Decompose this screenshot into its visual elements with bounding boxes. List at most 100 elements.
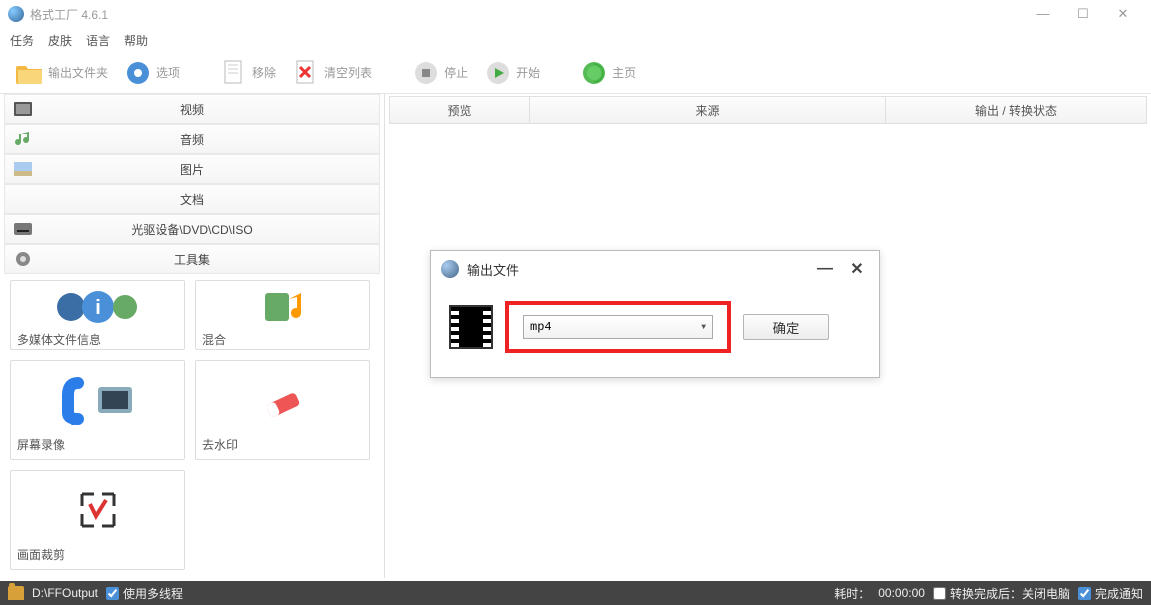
app-icon <box>8 6 24 22</box>
category-video[interactable]: 视频 <box>4 94 380 124</box>
notify-toggle[interactable]: 完成通知 <box>1078 585 1143 602</box>
start-icon <box>484 59 512 87</box>
sidebar: 视频 音频 图片 文档 光驱设备\DVD\CD\ISO 工具集 <box>0 94 385 578</box>
col-output-status[interactable]: 输出 / 转换状态 <box>886 97 1146 123</box>
notify-checkbox[interactable] <box>1078 587 1091 600</box>
tool-screen-record[interactable]: 屏幕录像 <box>10 360 185 460</box>
disc-icon <box>11 219 35 239</box>
dialog-minimize-button[interactable]: — <box>813 257 837 281</box>
output-file-dialog: 输出文件 — ✕ mp4 ▼ 确定 <box>430 250 880 378</box>
highlight-box: mp4 ▼ <box>505 301 731 353</box>
screen-record-icon <box>17 367 178 432</box>
tool-label: 画面裁剪 <box>17 542 178 563</box>
film-icon <box>449 305 493 349</box>
tool-label: 混合 <box>202 327 363 348</box>
tool-remove-watermark[interactable]: 去水印 <box>195 360 370 460</box>
document-icon <box>11 189 35 209</box>
status-right: 耗时： 00:00:00 转换完成后：关闭电脑 完成通知 <box>834 585 1143 602</box>
maximize-button[interactable]: ☐ <box>1063 2 1103 26</box>
video-icon <box>11 99 35 119</box>
menu-task[interactable]: 任务 <box>10 32 34 49</box>
window-title: 格式工厂 4.6.1 <box>30 6 1023 23</box>
tool-label: 多媒体文件信息 <box>17 327 178 348</box>
stop-button[interactable]: 停止 <box>406 57 474 89</box>
format-value: mp4 <box>530 320 701 334</box>
tool-label: 去水印 <box>202 432 363 453</box>
chevron-down-icon: ▼ <box>701 323 706 332</box>
category-document[interactable]: 文档 <box>4 184 380 214</box>
col-source[interactable]: 来源 <box>530 97 886 123</box>
output-folder-label: 输出文件夹 <box>48 64 108 81</box>
dialog-app-icon <box>441 260 459 278</box>
category-label: 工具集 <box>35 251 379 268</box>
multithread-label: 使用多线程 <box>123 585 183 602</box>
menu-language[interactable]: 语言 <box>86 32 110 49</box>
title-bar: 格式工厂 4.6.1 — ☐ ✕ <box>0 0 1151 28</box>
category-image[interactable]: 图片 <box>4 154 380 184</box>
clear-icon <box>292 59 320 87</box>
minimize-button[interactable]: — <box>1023 2 1063 26</box>
shutdown-label: 转换完成后：关闭电脑 <box>950 585 1070 602</box>
menu-bar: 任务 皮肤 语言 帮助 <box>0 28 1151 52</box>
options-label: 选项 <box>156 64 180 81</box>
options-button[interactable]: 选项 <box>118 57 186 89</box>
tool-grid: i 多媒体文件信息 混合 屏幕录像 去水印 <box>0 274 384 578</box>
category-list: 视频 音频 图片 文档 光驱设备\DVD\CD\ISO 工具集 <box>0 94 384 274</box>
svg-text:i: i <box>95 297 101 319</box>
options-icon <box>124 59 152 87</box>
output-path[interactable]: D:\FFOutput <box>32 586 98 600</box>
status-bar: D:\FFOutput 使用多线程 耗时： 00:00:00 转换完成后：关闭电… <box>0 581 1151 605</box>
format-dropdown[interactable]: mp4 ▼ <box>523 315 713 339</box>
media-info-icon: i <box>17 287 178 327</box>
multithread-toggle[interactable]: 使用多线程 <box>106 585 183 602</box>
ok-button[interactable]: 确定 <box>743 314 829 340</box>
category-disc[interactable]: 光驱设备\DVD\CD\ISO <box>4 214 380 244</box>
tool-media-info[interactable]: i 多媒体文件信息 <box>10 280 185 350</box>
tool-crop[interactable]: 画面裁剪 <box>10 470 185 570</box>
remove-label: 移除 <box>252 64 276 81</box>
folder-icon[interactable] <box>8 586 24 600</box>
toolbar: 输出文件夹 选项 移除 清空列表 停止 开始 主页 <box>0 52 1151 94</box>
remove-icon <box>220 59 248 87</box>
category-label: 图片 <box>35 161 379 178</box>
notify-label: 完成通知 <box>1095 585 1143 602</box>
home-button[interactable]: 主页 <box>574 57 642 89</box>
elapsed-label: 耗时： <box>834 585 870 602</box>
start-label: 开始 <box>516 64 540 81</box>
close-button[interactable]: ✕ <box>1103 2 1143 26</box>
category-label: 音频 <box>35 131 379 148</box>
dialog-titlebar[interactable]: 输出文件 — ✕ <box>431 251 879 287</box>
dialog-close-button[interactable]: ✕ <box>845 257 869 281</box>
stop-icon <box>412 59 440 87</box>
shutdown-toggle[interactable]: 转换完成后：关闭电脑 <box>933 585 1070 602</box>
tools-icon <box>11 249 35 269</box>
eraser-icon <box>202 367 363 432</box>
folder-icon <box>16 59 44 87</box>
menu-help[interactable]: 帮助 <box>124 32 148 49</box>
crop-icon <box>17 477 178 542</box>
list-header: 预览 来源 输出 / 转换状态 <box>389 96 1147 124</box>
tool-mix[interactable]: 混合 <box>195 280 370 350</box>
home-icon <box>580 59 608 87</box>
col-preview[interactable]: 预览 <box>390 97 530 123</box>
audio-icon <box>11 129 35 149</box>
home-label: 主页 <box>612 64 636 81</box>
image-icon <box>11 159 35 179</box>
category-label: 视频 <box>35 101 379 118</box>
stop-label: 停止 <box>444 64 468 81</box>
multithread-checkbox[interactable] <box>106 587 119 600</box>
category-label: 文档 <box>35 191 379 208</box>
category-tools[interactable]: 工具集 <box>4 244 380 274</box>
output-folder-button[interactable]: 输出文件夹 <box>10 57 114 89</box>
menu-skin[interactable]: 皮肤 <box>48 32 72 49</box>
tool-label: 屏幕录像 <box>17 432 178 453</box>
start-button[interactable]: 开始 <box>478 57 546 89</box>
clear-button[interactable]: 清空列表 <box>286 57 378 89</box>
category-audio[interactable]: 音频 <box>4 124 380 154</box>
category-label: 光驱设备\DVD\CD\ISO <box>35 221 379 238</box>
remove-button[interactable]: 移除 <box>214 57 282 89</box>
dialog-title: 输出文件 <box>467 260 805 279</box>
clear-label: 清空列表 <box>324 64 372 81</box>
shutdown-checkbox[interactable] <box>933 587 946 600</box>
dialog-body: mp4 ▼ 确定 <box>431 287 879 377</box>
